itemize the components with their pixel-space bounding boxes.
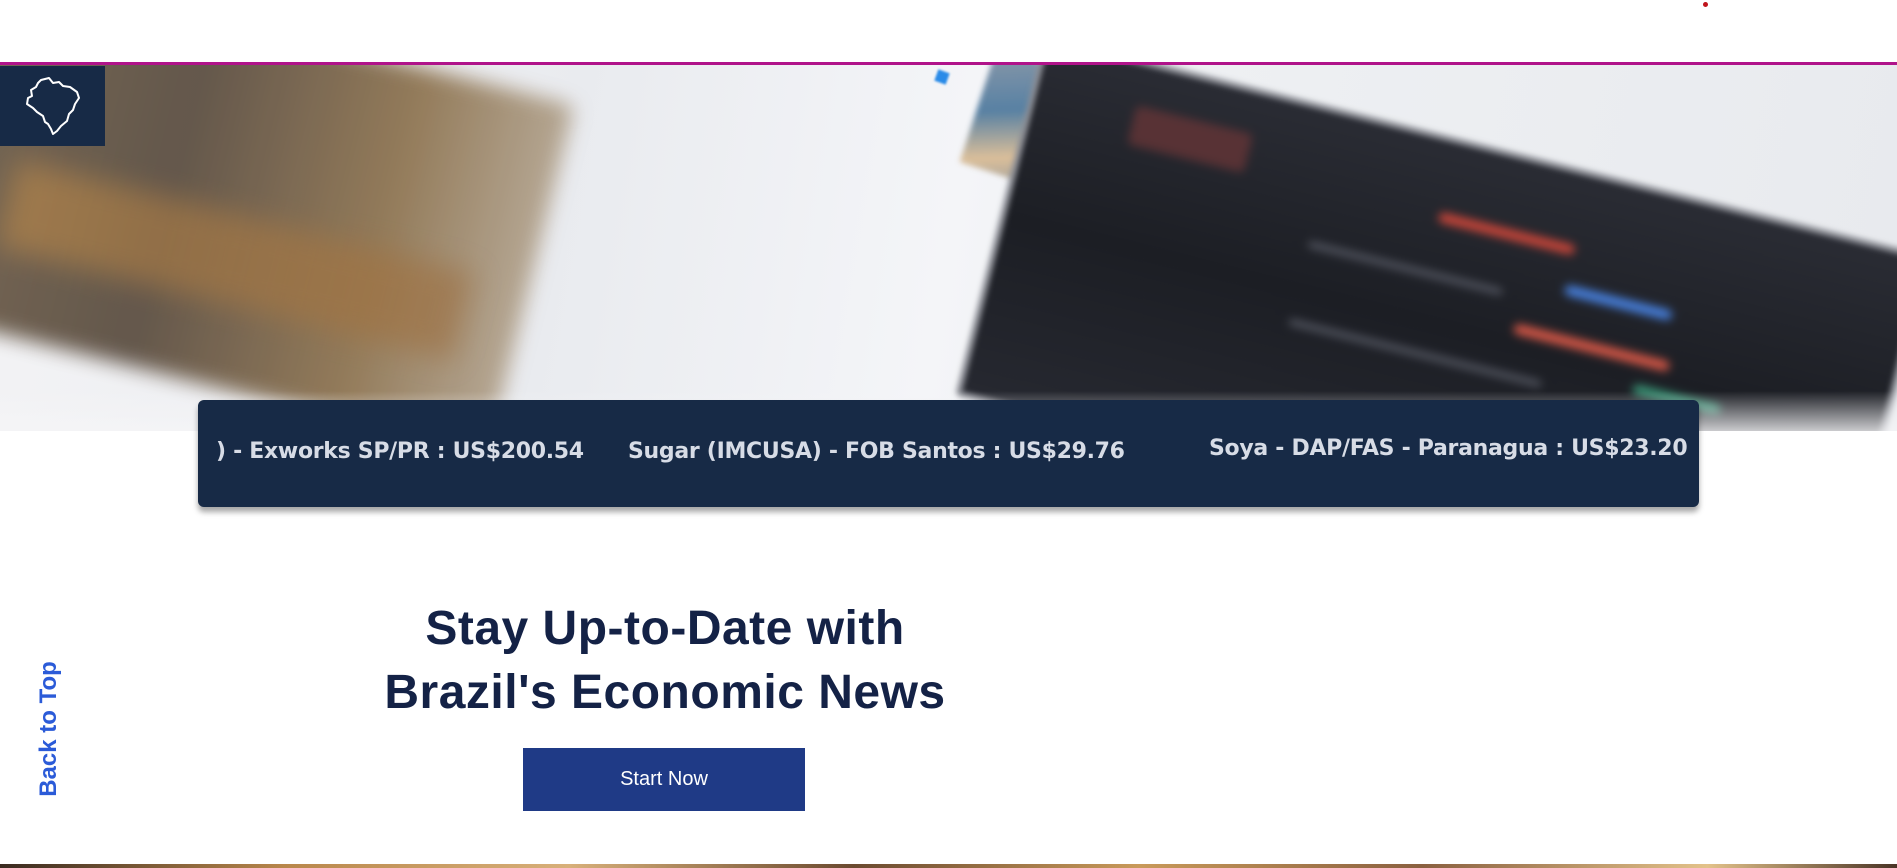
back-to-top-link[interactable]: Back to Top — [32, 646, 66, 812]
hero-headline: Stay Up-to-Date with Brazil's Economic N… — [320, 597, 1010, 725]
hero-trading-screen — [955, 65, 1897, 431]
page: ) - Exworks SP/PR : US$200.54 Sugar (IMC… — [0, 0, 1897, 868]
ticker-item: Sugar (IMCUSA) - FOB Santos : US$29.76 — [628, 439, 1125, 464]
start-now-button[interactable]: Start Now — [523, 748, 805, 811]
hero-banner-image — [0, 65, 1897, 431]
brazil-map-icon — [25, 77, 80, 135]
screen-bar — [1512, 323, 1671, 372]
back-to-top-label: Back to Top — [35, 661, 62, 797]
ticker-item: Soya - DAP/FAS - Paranagua : US$23.20 — [1209, 436, 1688, 461]
footer-image-strip — [0, 864, 1897, 868]
top-header — [0, 0, 1897, 62]
screen-bar — [1437, 211, 1576, 256]
hero-blur-shape — [934, 69, 950, 85]
notification-dot — [1703, 2, 1708, 7]
price-ticker: ) - Exworks SP/PR : US$200.54 Sugar (IMC… — [198, 400, 1699, 507]
ticker-item: ) - Exworks SP/PR : US$200.54 — [216, 439, 584, 464]
screen-bar — [1288, 318, 1542, 388]
screen-bar — [1127, 105, 1254, 174]
site-logo[interactable] — [0, 66, 105, 146]
headline-line: Stay Up-to-Date with — [425, 602, 905, 655]
headline-line: Brazil's Economic News — [384, 666, 946, 719]
screen-bar — [1307, 240, 1504, 296]
screen-bar — [1563, 284, 1673, 321]
